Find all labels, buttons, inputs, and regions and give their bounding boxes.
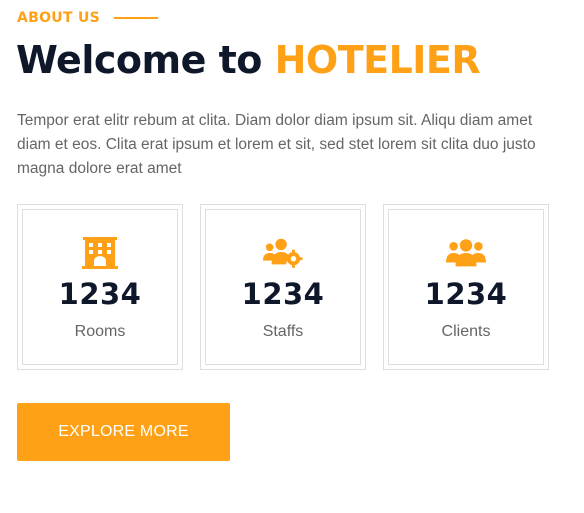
stat-number: 1234 (58, 277, 142, 311)
about-description: Tempor erat elitr rebum at clita. Diam d… (17, 112, 536, 177)
hotel-icon (80, 236, 120, 270)
page-title: Welcome to HOTELIER (16, 34, 481, 86)
section-eyebrow: ABOUT US (17, 10, 159, 26)
users-cog-icon (263, 236, 303, 270)
stat-card-inner: 1234 Clients (388, 209, 544, 365)
stat-card-clients: 1234 Clients (383, 204, 549, 370)
eyebrow-text: ABOUT US (17, 10, 101, 26)
stat-number: 1234 (424, 277, 508, 311)
stat-card-inner: 1234 Staffs (205, 209, 361, 365)
stat-label: Staffs (262, 323, 304, 340)
stat-card-rooms: 1234 Rooms (17, 204, 183, 370)
stat-label: Rooms (74, 323, 126, 340)
stat-number: 1234 (241, 277, 325, 311)
explore-more-button[interactable]: Explore More (17, 403, 230, 461)
title-brand: HOTELIER (274, 38, 481, 82)
eyebrow-divider (114, 17, 159, 19)
users-icon (446, 236, 486, 270)
stats-row: 1234 Rooms 1234 Staffs 1234 Clients (17, 204, 549, 370)
stat-card-staffs: 1234 Staffs (200, 204, 366, 370)
stat-card-inner: 1234 Rooms (22, 209, 178, 365)
title-prefix: Welcome to (16, 38, 275, 82)
stat-label: Clients (441, 323, 491, 340)
